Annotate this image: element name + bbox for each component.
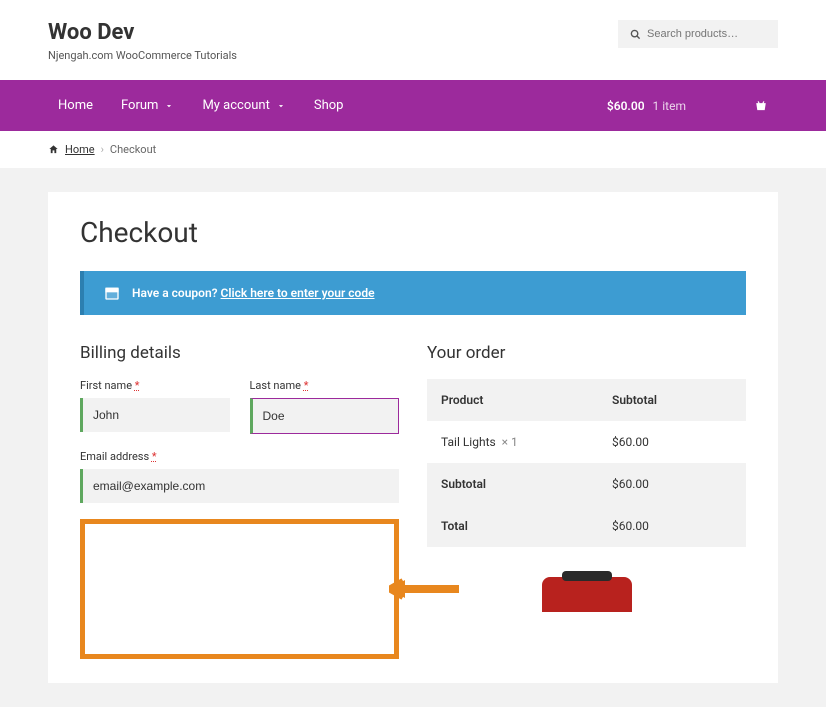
breadcrumb-home[interactable]: Home: [65, 143, 95, 156]
required-indicator: *: [152, 450, 157, 463]
order-heading: Your order: [427, 343, 746, 363]
email-label: Email address *: [80, 450, 399, 463]
site-title: Woo Dev: [48, 20, 237, 45]
tagline: Njengah.com WooCommerce Tutorials: [48, 49, 237, 62]
order-table: Product Subtotal Tail Lights × 1 $60.00 …: [427, 379, 746, 547]
product-image-placeholder: [542, 577, 632, 612]
chevron-down-icon: [276, 101, 286, 111]
order-item-price: $60.00: [612, 435, 732, 449]
total-label: Total: [441, 519, 612, 533]
order-item-name: Tail Lights × 1: [441, 435, 612, 449]
nav-bar: Home Forum My account Shop $60.00 1 item: [0, 80, 826, 131]
annotation-arrow-icon: [389, 577, 459, 601]
order-total-row: Total $60.00: [427, 505, 746, 547]
coupon-prompt: Have a coupon? Click here to enter your …: [132, 286, 375, 300]
first-name-label: First name *: [80, 379, 230, 392]
required-indicator: *: [304, 379, 309, 392]
first-name-input[interactable]: [80, 398, 230, 432]
total-value: $60.00: [612, 519, 732, 533]
chevron-down-icon: [164, 101, 174, 111]
coupon-banner: Have a coupon? Click here to enter your …: [80, 271, 746, 315]
nav-item-forum[interactable]: Forum: [121, 98, 174, 113]
cart-total: $60.00: [607, 99, 645, 113]
breadcrumb-current: Checkout: [110, 143, 156, 156]
calendar-icon: [104, 285, 120, 301]
order-item-row: Tail Lights × 1 $60.00: [427, 421, 746, 463]
header: Woo Dev Njengah.com WooCommerce Tutorial…: [0, 0, 826, 80]
billing-section: Billing details First name * Last name *: [80, 343, 399, 659]
last-name-input[interactable]: [250, 398, 400, 434]
order-section: Your order Product Subtotal Tail Lights …: [427, 343, 746, 659]
breadcrumb-separator: ›: [101, 143, 104, 156]
product-image: [427, 577, 746, 612]
page-title: Checkout: [80, 216, 746, 249]
annotation-highlight-box: [80, 519, 399, 659]
main-content: Checkout Have a coupon? Click here to en…: [0, 168, 826, 707]
nav-item-account[interactable]: My account: [202, 98, 285, 113]
nav-label: My account: [202, 98, 269, 113]
nav-menu: Home Forum My account Shop: [58, 98, 343, 113]
subtotal-value: $60.00: [612, 477, 732, 491]
search-icon: [630, 29, 641, 40]
branding: Woo Dev Njengah.com WooCommerce Tutorial…: [48, 20, 237, 62]
order-subtotal-row: Subtotal $60.00: [427, 463, 746, 505]
billing-heading: Billing details: [80, 343, 399, 363]
nav-item-home[interactable]: Home: [58, 98, 93, 113]
order-header-row: Product Subtotal: [427, 379, 746, 421]
last-name-label: Last name *: [250, 379, 400, 392]
nav-label: Forum: [121, 98, 158, 113]
cart-count: 1 item: [653, 99, 686, 113]
subtotal-label: Subtotal: [441, 477, 612, 491]
subtotal-header: Subtotal: [612, 393, 732, 407]
breadcrumb-bar: Home › Checkout: [0, 131, 826, 168]
cart-summary[interactable]: $60.00 1 item: [607, 99, 768, 113]
nav-label: Shop: [314, 98, 344, 113]
coupon-link[interactable]: Click here to enter your code: [221, 286, 375, 300]
home-icon: [48, 144, 59, 155]
basket-icon: [754, 99, 768, 113]
search-box[interactable]: [618, 20, 778, 48]
nav-item-shop[interactable]: Shop: [314, 98, 344, 113]
search-input[interactable]: [647, 28, 766, 40]
product-header: Product: [441, 393, 612, 407]
breadcrumb: Home › Checkout: [48, 143, 778, 156]
nav-label: Home: [58, 98, 93, 113]
email-input[interactable]: [80, 469, 399, 503]
required-indicator: *: [135, 379, 140, 392]
